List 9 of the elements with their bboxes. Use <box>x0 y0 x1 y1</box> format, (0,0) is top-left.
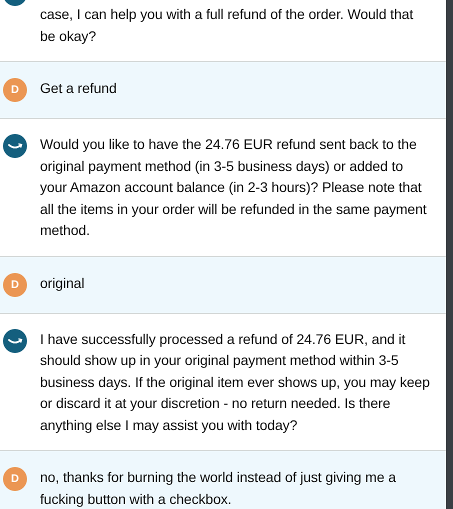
user-avatar: D <box>3 272 27 296</box>
message-text: Get a refund <box>40 79 117 98</box>
user-avatar: D <box>3 467 27 491</box>
message-text: original <box>40 274 84 293</box>
message-text: I have successfully processed a refund of 24.76 EUR, and it should show up in your original payment method within 3-5 business days. If the original item ever shows up, you may keep or discard it at your discretion - no return needed. Is there anything else I may assist you with today? <box>40 330 431 435</box>
user-avatar: D <box>3 78 27 102</box>
message-text: no, thanks for burning the world instead of just giving me a fucking button with a checkbox. <box>40 468 397 509</box>
message-text: Would you like to have the 24.76 EUR refund sent back to the original payment method (in 3-5 business days) or added to your Amazon account balance (in 2-3 hours)? Please note that all the items in your order will be refunded in the same payment method. <box>40 135 428 240</box>
message-text: case, I can help you with a full refund of the order. Would that be okay? <box>40 5 414 46</box>
